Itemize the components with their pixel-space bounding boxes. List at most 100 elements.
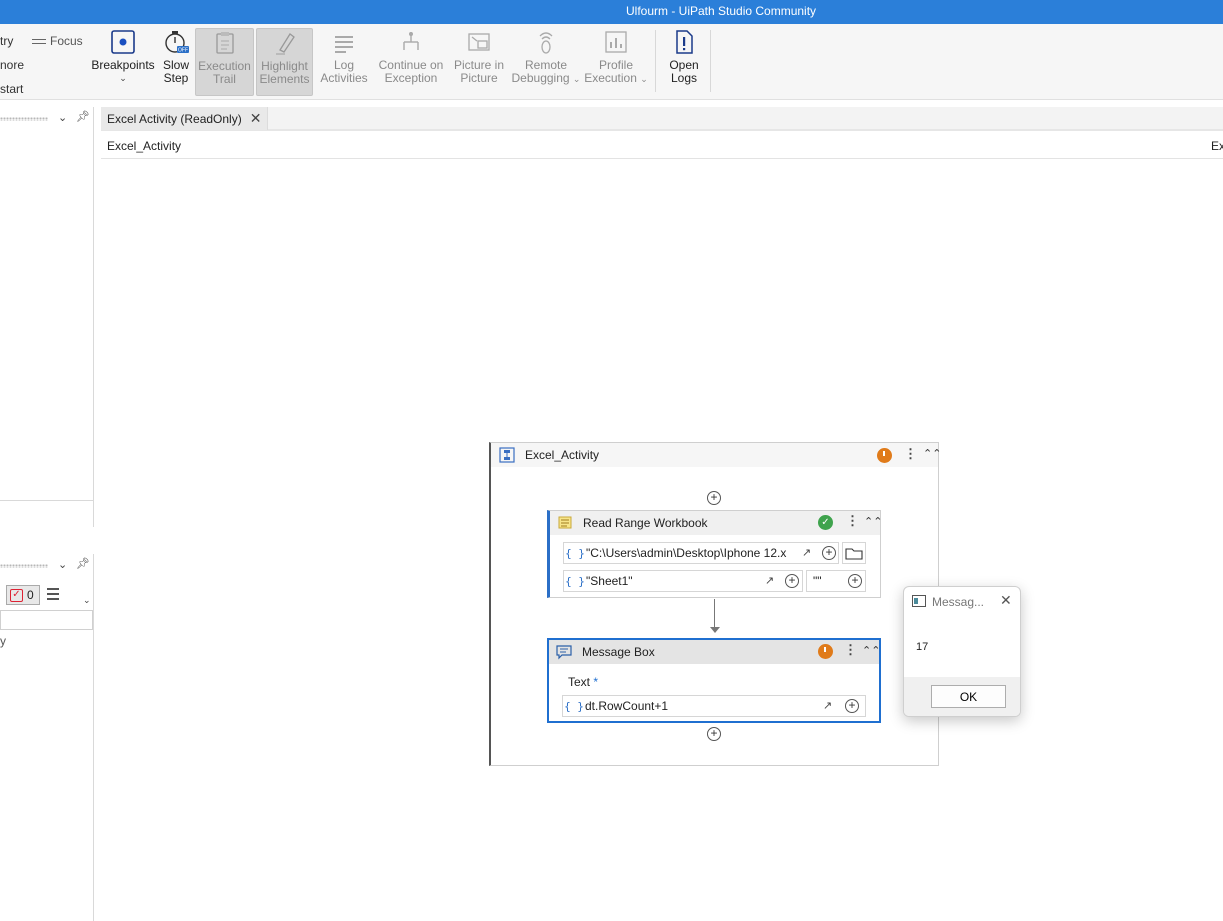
message-box-activity[interactable]: Message Box ⋮ ⌃⌃ Text * { } dt.RowCount+… (547, 638, 881, 723)
clock-icon (818, 644, 833, 659)
ribbon: try Focus nore start Breakpoints ⌄ OFF S… (0, 24, 1223, 100)
folder-icon (845, 548, 863, 560)
highlight-elements-label-2: Elements (259, 72, 310, 86)
remote-bug-icon (539, 32, 553, 54)
left-panel-footer (0, 500, 94, 501)
collapse-icon[interactable]: ⌃⌃ (864, 515, 882, 528)
expand-editor-icon[interactable]: ↗ (802, 546, 811, 559)
sequence-icon (499, 447, 515, 463)
ribbon-cut-more[interactable]: nore (0, 58, 24, 72)
slow-step-button[interactable]: OFF Slow Step (158, 28, 194, 96)
read-range-activity[interactable]: Read Range Workbook ✓ ⋮ ⌃⌃ { } "C:\Users… (547, 510, 882, 598)
panel-gripper[interactable] (0, 564, 48, 568)
message-box-header[interactable]: Message Box ⋮ ⌃⌃ (549, 640, 880, 664)
left-panel-search[interactable] (0, 610, 93, 630)
list-icon (335, 36, 353, 53)
error-filter-button[interactable]: ✓ 0 (6, 585, 40, 605)
clipboard-icon (215, 32, 234, 54)
picture-in-picture-button[interactable]: Picture in Picture (451, 28, 507, 96)
continue-on-exception-button[interactable]: Continue on Exception (376, 28, 446, 96)
add-variable-icon[interactable]: + (848, 574, 862, 588)
profile-chart-icon (605, 31, 627, 53)
slow-step-badge: OFF (178, 48, 188, 54)
remote-debugging-button[interactable]: Remote Debugging ⌄ (511, 28, 581, 96)
remote-debugging-label-2: Debugging ⌄ (511, 71, 581, 85)
log-activities-button[interactable]: Log Activities (316, 28, 372, 96)
left-panel-top: ⌄ 📌︎ (0, 107, 94, 527)
open-logs-label-2: Logs (670, 71, 698, 85)
add-activity-icon[interactable]: + (707, 727, 721, 741)
tab-excel-activity[interactable]: Excel Activity (ReadOnly) ✕ (101, 107, 269, 130)
dialog-message: 17 (916, 641, 929, 653)
close-icon[interactable]: ✕ (1000, 592, 1012, 609)
add-activity-icon[interactable]: + (707, 491, 721, 505)
scroll-down-icon[interactable]: ⌄ (83, 595, 91, 606)
chevron-down-icon: ⌄ (640, 74, 648, 84)
workbook-path-field[interactable]: { } "C:\Users\admin\Desktop\Iphone 12.x … (563, 542, 839, 564)
log-file-icon (676, 30, 693, 54)
ok-button[interactable]: OK (931, 685, 1006, 708)
focus-button[interactable]: Focus (32, 34, 83, 48)
highlighter-icon (275, 33, 295, 55)
ribbon-separator (710, 30, 711, 92)
add-variable-icon[interactable]: + (785, 574, 799, 588)
close-icon[interactable]: ✕ (250, 110, 262, 127)
breakpoints-button[interactable]: Breakpoints ⌄ (90, 28, 156, 96)
read-range-header[interactable]: Read Range Workbook ✓ ⋮ ⌃⌃ (550, 511, 882, 535)
message-dialog[interactable]: Messag... ✕ 17 OK (903, 586, 1021, 717)
text-label: Text (568, 675, 591, 689)
clock-icon (877, 448, 892, 463)
more-options-icon[interactable]: ⋮ (844, 642, 857, 658)
picture-in-picture-icon (468, 33, 490, 51)
sheet-name-field[interactable]: { } "Sheet1" ↗ + (563, 570, 803, 592)
sheet-name-value: "Sheet1" (586, 574, 633, 588)
ribbon-cut-label[interactable]: try (0, 34, 13, 48)
focus-label: Focus (50, 34, 83, 48)
open-logs-button[interactable]: Open Logs (662, 28, 706, 96)
document-tabbar: Excel Activity (ReadOnly) ✕ (101, 107, 1223, 131)
expand-editor-icon[interactable]: ↗ (823, 699, 832, 712)
ribbon-cut-start[interactable]: start (0, 82, 23, 96)
required-mark: * (593, 675, 599, 689)
flow-branch-icon (403, 32, 419, 50)
breadcrumb-right-cut[interactable]: Ex (1211, 139, 1223, 153)
pin-icon[interactable]: 📌︎ (76, 110, 90, 123)
error-count: 0 (27, 588, 34, 602)
profile-execution-label-2: Execution ⌄ (584, 71, 648, 85)
stopwatch-icon: OFF (165, 31, 189, 54)
sequence-header[interactable]: Excel_Activity ⋮ ⌃⌃ (491, 443, 941, 467)
chevron-down-icon[interactable]: ⌄ (58, 558, 67, 571)
window-titlebar: Ulfourm - UiPath Studio Community (0, 0, 1223, 24)
highlight-elements-button[interactable]: Highlight Elements (256, 28, 313, 96)
expression-icon: { } (565, 546, 585, 560)
add-variable-icon[interactable]: + (845, 699, 859, 713)
more-options-icon[interactable]: ⋮ (846, 513, 859, 529)
collapse-icon[interactable]: ⌃⌃ (862, 644, 880, 657)
pin-icon[interactable]: 📌︎ (76, 557, 90, 570)
range-field[interactable]: "" + (806, 570, 866, 592)
expression-icon: { } (564, 699, 584, 713)
profile-execution-button[interactable]: Profile Execution ⌄ (584, 28, 648, 96)
more-options-icon[interactable]: ⋮ (904, 446, 917, 462)
expand-editor-icon[interactable]: ↗ (765, 574, 774, 587)
panel-gripper[interactable] (0, 117, 48, 121)
collapse-icon[interactable]: ⌃⌃ (923, 447, 941, 460)
sort-list-icon[interactable] (47, 586, 65, 602)
ribbon-separator (655, 30, 656, 92)
message-text-field[interactable]: { } dt.RowCount+1 ↗ + (562, 695, 866, 717)
chevron-down-icon[interactable]: ⌄ (58, 111, 67, 124)
error-check-icon: ✓ (10, 588, 23, 602)
add-variable-icon[interactable]: + (822, 546, 836, 560)
read-range-title: Read Range Workbook (583, 516, 708, 530)
left-panel-cut-text: y (0, 634, 6, 648)
log-activities-label-2: Activities (320, 71, 368, 85)
flow-arrow-icon (710, 627, 720, 633)
breadcrumb-item[interactable]: Excel_Activity (107, 139, 181, 153)
left-panel-bottom-header: ⌄ 📌︎ (0, 554, 94, 576)
execution-trail-button[interactable]: Execution Trail (195, 28, 254, 96)
browse-folder-button[interactable] (842, 542, 866, 564)
text-property-label: Text * (568, 675, 598, 689)
message-bubble-icon (556, 645, 572, 660)
tab-label: Excel Activity (ReadOnly) (107, 111, 242, 126)
sequence-container[interactable]: Excel_Activity ⋮ ⌃⌃ + Read Range Workboo… (489, 442, 941, 766)
